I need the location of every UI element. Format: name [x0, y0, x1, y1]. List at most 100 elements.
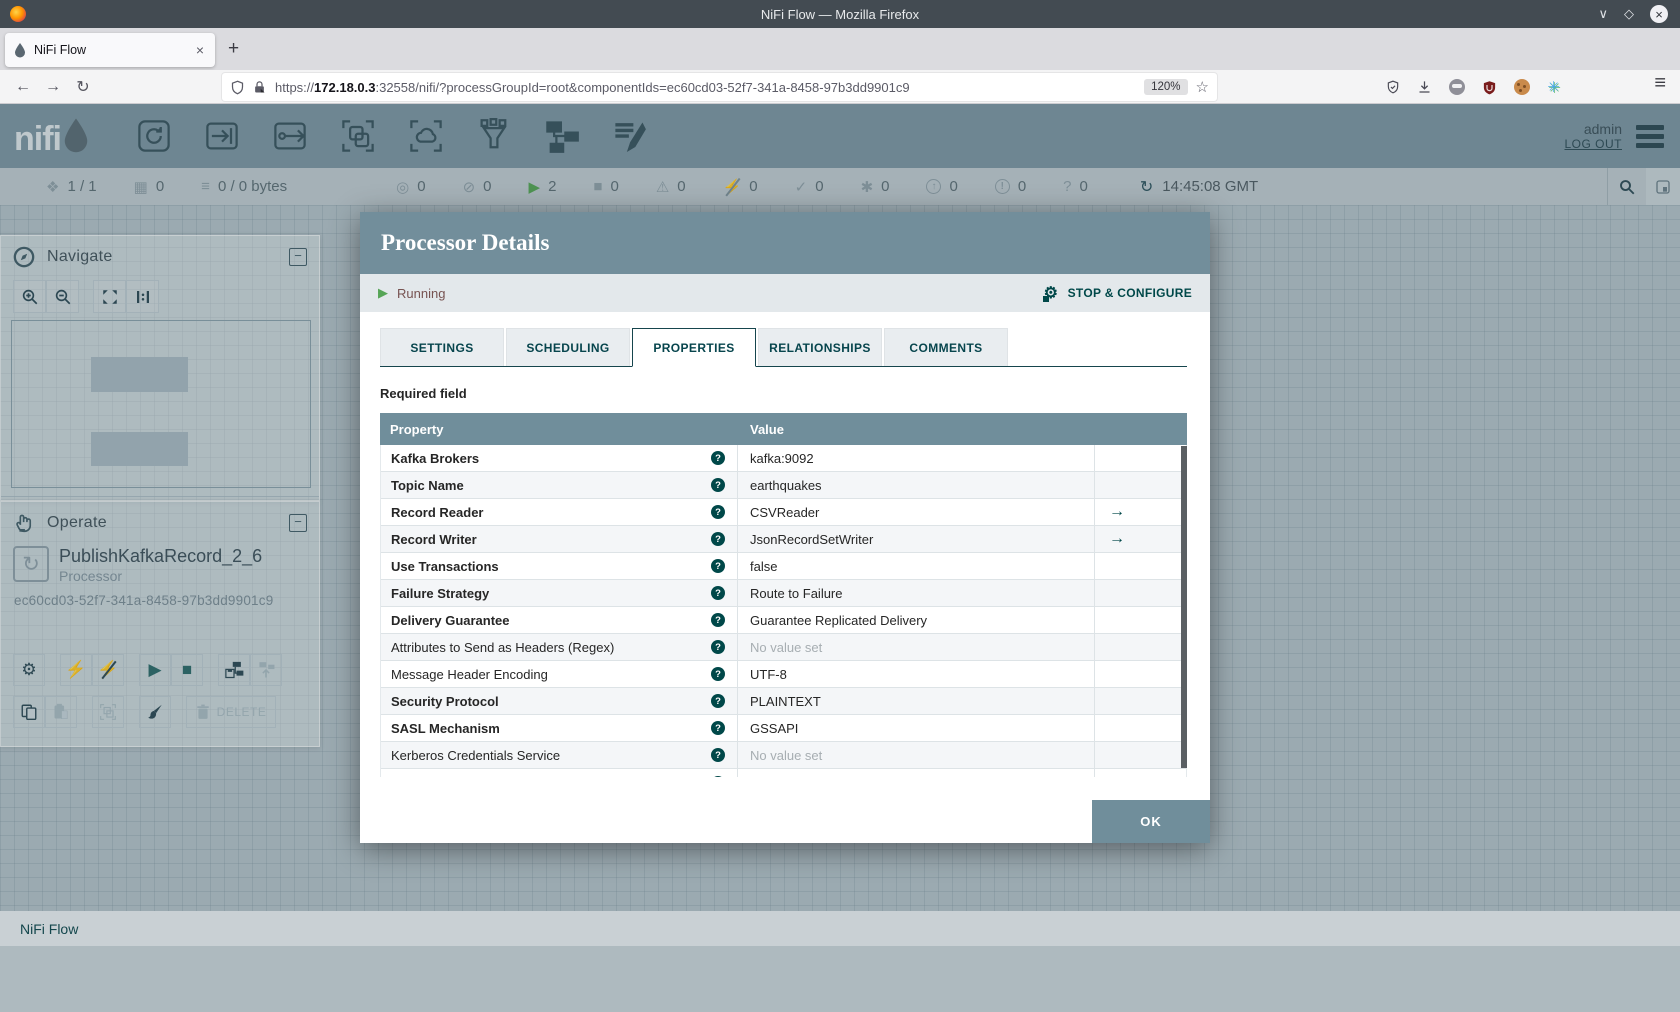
property-value: Guarantee Replicated Delivery — [750, 612, 928, 628]
property-name: Kafka Brokers — [391, 450, 480, 466]
url-path: :32558/nifi/?processGroupId=root&compone… — [375, 79, 910, 95]
help-icon[interactable]: ? — [711, 532, 725, 546]
property-value: No value set — [750, 747, 823, 763]
help-icon[interactable]: ? — [711, 640, 725, 654]
nifi-page: nifi admin LOG OUT ❖ 1 / 1 ▦ 0 ≡ 0 / 0 b… — [0, 104, 1680, 1012]
help-icon[interactable]: ? — [711, 721, 725, 735]
property-name: Record Writer — [391, 531, 477, 547]
browser-menu-icon[interactable]: ≡ — [1654, 72, 1666, 95]
property-value: PLAINTEXT — [750, 693, 821, 709]
property-value: Route to Failure — [750, 585, 843, 601]
property-row[interactable]: Record Writer ? JsonRecordSetWriter → — [381, 526, 1186, 553]
window-title: NiFi Flow — Mozilla Firefox — [760, 6, 920, 22]
property-row[interactable]: SASL Mechanism ? GSSAPI → — [381, 715, 1186, 742]
property-row[interactable]: Security Protocol ? PLAINTEXT → — [381, 688, 1186, 715]
table-scrollbar[interactable] — [1181, 446, 1187, 768]
tracking-shield-icon[interactable] — [230, 79, 245, 96]
dialog-tab[interactable]: SETTINGS — [380, 328, 504, 366]
help-icon[interactable]: ? — [711, 667, 725, 681]
property-name: Attributes to Send as Headers (Regex) — [391, 639, 615, 655]
minimize-button-icon[interactable]: ∨ — [1598, 6, 1608, 22]
dialog-tab[interactable]: COMMENTS — [884, 328, 1008, 366]
tab-label: SETTINGS — [410, 340, 474, 355]
mask-extension-icon[interactable] — [1449, 79, 1466, 95]
dialog-tab[interactable]: SCHEDULING — [506, 328, 630, 366]
help-icon[interactable]: ? — [711, 586, 725, 600]
property-row[interactable]: Topic Name ? earthquakes → — [381, 472, 1186, 499]
run-status-label: Running — [397, 285, 446, 301]
help-icon[interactable]: ? — [711, 478, 725, 492]
dialog-header: Processor Details — [360, 212, 1210, 274]
ok-button[interactable]: OK — [1092, 800, 1210, 843]
property-value: CSVReader — [750, 504, 820, 520]
bookmark-star-icon[interactable]: ☆ — [1196, 78, 1209, 96]
property-value: earthquakes — [750, 477, 822, 493]
property-row[interactable]: Message Header Encoding ? UTF-8 → — [381, 661, 1186, 688]
property-row[interactable]: Delivery Guarantee ? Guarantee Replicate… — [381, 607, 1186, 634]
property-name: Delivery Guarantee — [391, 612, 510, 628]
tab-title: NiFi Flow — [34, 43, 87, 57]
help-icon[interactable]: ? — [711, 694, 725, 708]
property-row[interactable]: Kerberos Credentials Service ? No value … — [381, 742, 1186, 769]
ublock-extension-icon[interactable] — [1482, 79, 1497, 96]
running-icon: ▶ — [378, 285, 388, 300]
shield-extension-icon[interactable] — [1386, 79, 1400, 95]
dialog-title: Processor Details — [381, 230, 550, 255]
property-name: Kerberos Credentials Service — [391, 747, 561, 763]
url-text[interactable]: https://172.18.0.3:32558/nifi/?processGr… — [275, 80, 1144, 95]
url-bar[interactable]: https://172.18.0.3:32558/nifi/?processGr… — [222, 73, 1217, 101]
browser-navbar: ← → ↻ https://172.18.0.3:32558/nifi/?pro… — [0, 70, 1680, 104]
cookie-extension-icon[interactable] — [1514, 79, 1531, 95]
property-value: JsonRecordSetWriter — [750, 531, 874, 547]
goto-service-icon[interactable]: → — [1109, 503, 1125, 521]
property-row[interactable]: Kerberos Service Name ? No value set → — [381, 769, 1186, 777]
required-field-note: Required field — [380, 386, 467, 401]
maximize-button-icon[interactable]: ◇ — [1624, 6, 1634, 22]
property-name: Use Transactions — [391, 558, 499, 574]
property-row[interactable]: Kafka Brokers ? kafka:9092 → — [381, 445, 1186, 472]
pinwheel-extension-icon[interactable]: ✳ — [1547, 78, 1560, 96]
property-name: SASL Mechanism — [391, 720, 500, 736]
property-value: No value set — [750, 639, 823, 655]
reload-button-icon[interactable]: ↻ — [68, 77, 98, 97]
property-row[interactable]: Attributes to Send as Headers (Regex) ? … — [381, 634, 1186, 661]
tab-label: PROPERTIES — [653, 340, 735, 355]
stop-and-configure-button[interactable]: ⚙ STOP & CONFIGURE — [1042, 283, 1192, 303]
downloads-icon[interactable] — [1417, 79, 1432, 95]
tab-label: COMMENTS — [909, 340, 983, 355]
help-icon[interactable]: ? — [711, 559, 725, 573]
zoom-level-badge[interactable]: 120% — [1144, 79, 1188, 95]
property-row[interactable]: Failure Strategy ? Route to Failure → — [381, 580, 1186, 607]
help-icon[interactable]: ? — [711, 775, 725, 777]
help-icon[interactable]: ? — [711, 505, 725, 519]
help-icon[interactable]: ? — [711, 451, 725, 465]
goto-service-icon[interactable]: → — [1109, 530, 1125, 548]
property-value: UTF-8 — [750, 666, 787, 682]
url-host: 172.18.0.3 — [314, 79, 376, 95]
connection-lock-icon[interactable] — [252, 79, 267, 96]
new-tab-button[interactable]: + — [228, 38, 239, 60]
property-name: Security Protocol — [391, 693, 499, 709]
stop-configure-icon: ⚙ — [1042, 285, 1059, 302]
dialog-tabs: SETTINGS SCHEDULING PROPERTIES RELATIONS… — [380, 328, 1187, 367]
help-icon[interactable]: ? — [711, 748, 725, 762]
property-name: Topic Name — [391, 477, 464, 493]
property-value: kafka:9092 — [750, 450, 814, 466]
dialog-tab[interactable]: RELATIONSHIPS — [758, 328, 882, 366]
tab-close-icon[interactable]: × — [193, 42, 207, 58]
close-button-icon[interactable]: × — [1650, 5, 1668, 23]
tab-label: RELATIONSHIPS — [769, 340, 871, 355]
forward-button-icon[interactable]: → — [38, 78, 68, 96]
browser-tab[interactable]: NiFi Flow × — [5, 33, 215, 67]
help-icon[interactable]: ? — [711, 613, 725, 627]
property-value: No value set — [750, 775, 822, 777]
dialog-tab[interactable]: PROPERTIES — [632, 328, 756, 367]
property-name: Kerberos Service Name — [391, 775, 711, 777]
stop-configure-label: STOP & CONFIGURE — [1067, 286, 1192, 300]
firefox-logo-icon — [10, 6, 26, 22]
table-header: Property Value — [380, 413, 1187, 445]
property-value: GSSAPI — [750, 720, 799, 736]
property-row[interactable]: Record Reader ? CSVReader → — [381, 499, 1186, 526]
back-button-icon[interactable]: ← — [8, 78, 38, 96]
property-row[interactable]: Use Transactions ? false → — [381, 553, 1186, 580]
